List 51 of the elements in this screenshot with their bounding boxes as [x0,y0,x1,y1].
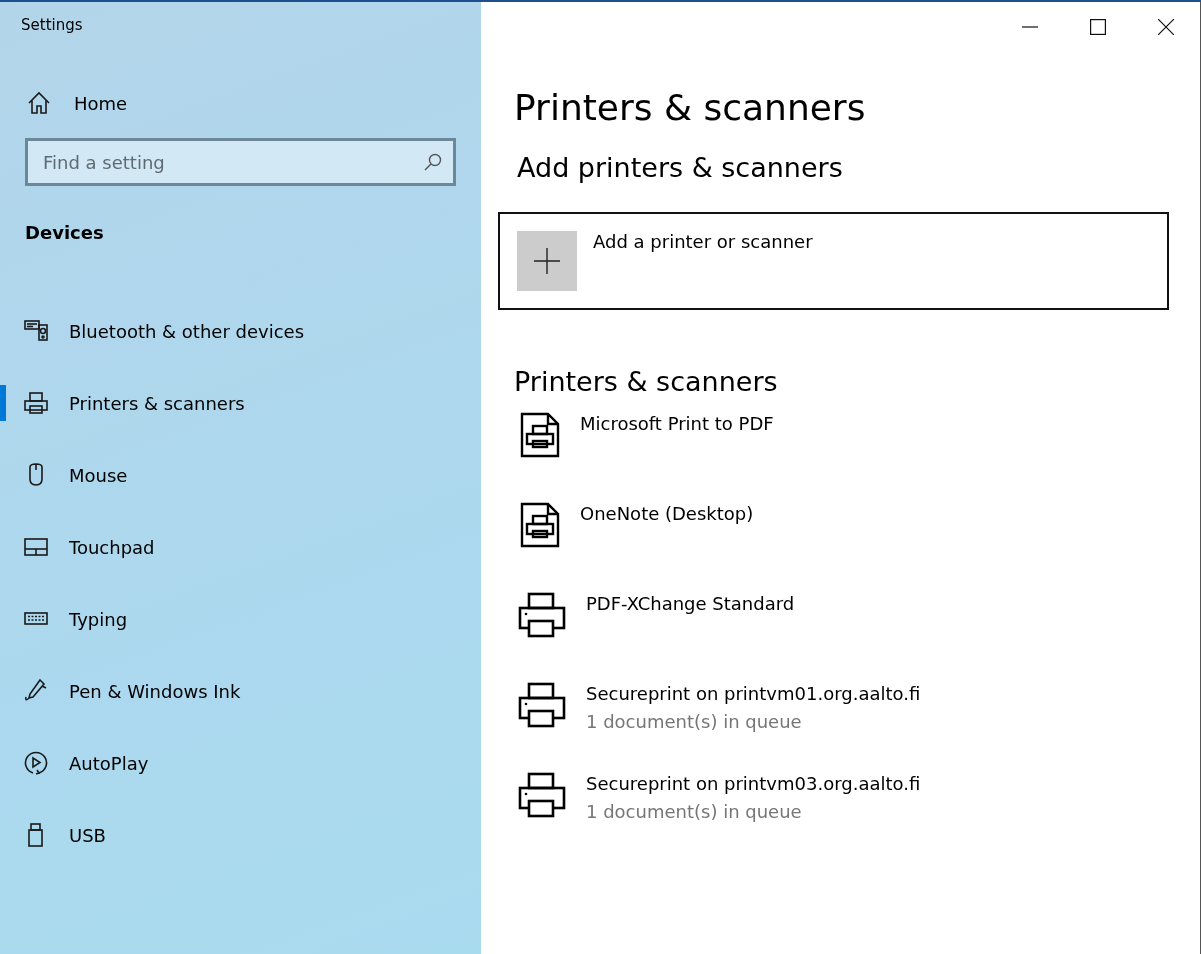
printer-item[interactable]: Secureprint on printvm01.org.aalto.fi 1 document(s) in queue [514,680,1200,770]
nav-item[interactable]: Typing [0,583,481,655]
add-printer-button[interactable]: Add a printer or scanner [498,212,1169,310]
maximize-icon [1090,19,1106,35]
nav-label: Pen & Windows Ink [69,680,241,702]
printer-item[interactable]: Secureprint on printvm03.org.aalto.fi 1 document(s) in queue [514,770,1200,860]
section-heading: Add printers & scanners [517,151,844,185]
window-title: Settings [21,16,84,36]
nav-label: Typing [69,608,128,630]
nav-item[interactable]: Touchpad [0,511,481,583]
nav-item[interactable]: Mouse [0,439,481,511]
printer-icon [23,390,49,416]
pen-icon [23,678,49,704]
document-printer-icon [518,410,562,460]
section-heading: Printers & scanners [514,365,779,399]
printer-item[interactable]: Microsoft Print to PDF [514,410,1200,500]
nav-item[interactable]: Pen & Windows Ink [0,655,481,727]
nav-label: Touchpad [69,536,155,558]
printer-item[interactable]: PDF-XChange Standard [514,590,1200,680]
printer-status: 1 document(s) in queue [586,800,803,824]
nav-item[interactable]: USB [0,799,481,871]
home-icon [26,90,52,116]
printer-icon [518,680,568,730]
document-printer-icon [518,500,562,550]
nav-label: AutoPlay [69,752,149,774]
section-heading: Devices [25,222,105,243]
page-title: Printers & scanners [514,86,867,130]
printer-status: 1 document(s) in queue [586,710,803,734]
search-field[interactable]: Find a setting [25,138,456,186]
search-icon [423,152,443,172]
printer-item[interactable]: OneNote (Desktop) [514,500,1200,590]
printer-name: OneNote (Desktop) [580,502,754,526]
nav-label: USB [69,824,106,846]
nav-label: Bluetooth & other devices [69,320,305,342]
home-link[interactable]: Home [26,90,481,116]
minimize-icon [1022,26,1038,28]
close-icon [1158,19,1174,35]
home-label: Home [74,92,128,114]
plus-icon [534,248,560,274]
printer-name: Secureprint on printvm03.org.aalto.fi [586,772,921,796]
nav-label: Mouse [69,464,128,486]
nav-label: Printers & scanners [69,392,245,414]
printer-name: PDF-XChange Standard [586,592,795,616]
nav-item[interactable]: AutoPlay [0,727,481,799]
printer-name: Secureprint on printvm01.org.aalto.fi [586,682,921,706]
printer-name: Microsoft Print to PDF [580,412,774,436]
printer-icon [518,590,568,640]
keyboard-speaker-icon [23,318,49,344]
autoplay-icon [23,750,49,776]
nav-item[interactable]: Bluetooth & other devices [0,295,481,367]
printer-icon [518,770,568,820]
